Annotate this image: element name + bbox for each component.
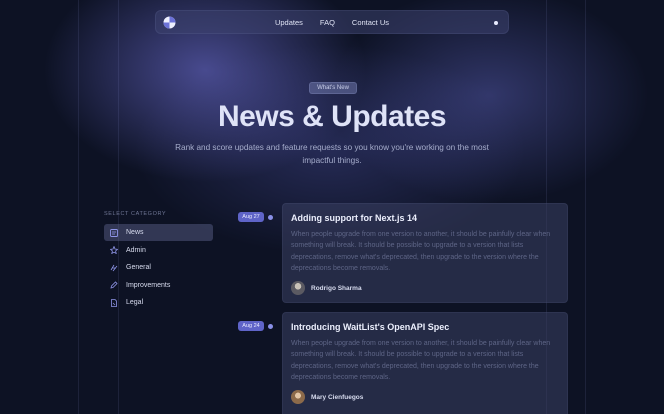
- category-item-admin[interactable]: Admin: [104, 242, 213, 259]
- logo-icon[interactable]: [163, 16, 176, 29]
- update-card[interactable]: Adding support for Next.js 14 When peopl…: [282, 203, 568, 303]
- timeline-dot: [268, 324, 273, 329]
- update-title: Adding support for Next.js 14: [291, 213, 418, 223]
- category-list: News Admin General Improvements Legal: [104, 224, 213, 312]
- author-name: Mary Cienfuegos: [311, 393, 364, 401]
- theme-toggle-icon[interactable]: [494, 21, 498, 25]
- category-label: Legal: [126, 299, 144, 306]
- update-card[interactable]: Introducing WaitList's OpenAPI Spec When…: [282, 312, 568, 414]
- whats-new-badge: What's New: [309, 82, 357, 94]
- update-body: When people upgrade from one version to …: [291, 231, 551, 272]
- category-item-news[interactable]: News: [104, 224, 213, 241]
- grid-line: [78, 0, 79, 414]
- category-heading: SELECT CATEGORY: [104, 211, 167, 217]
- nav-link-faq[interactable]: FAQ: [320, 18, 335, 27]
- category-item-legal[interactable]: Legal: [104, 294, 213, 311]
- category-label: General: [126, 264, 151, 271]
- update-author: Mary Cienfuegos: [291, 390, 559, 405]
- general-icon: [110, 264, 118, 272]
- page-title: News & Updates: [217, 100, 447, 133]
- grid-line: [585, 0, 586, 414]
- grid-line: [118, 0, 119, 414]
- improvements-icon: [110, 281, 118, 289]
- update-title: Introducing WaitList's OpenAPI Spec: [291, 322, 450, 332]
- timeline-dot: [268, 215, 273, 220]
- nav-links: Updates FAQ Contact Us: [275, 18, 389, 27]
- date-tag: Aug 24: [238, 321, 264, 331]
- category-label: News: [126, 229, 144, 236]
- legal-icon: [110, 298, 118, 307]
- news-icon: [110, 228, 118, 237]
- avatar: [291, 390, 305, 405]
- top-navbar: Updates FAQ Contact Us: [155, 10, 509, 34]
- avatar: [291, 281, 305, 296]
- date-tag: Aug 27: [238, 212, 264, 222]
- admin-icon: [110, 246, 118, 254]
- page-subtitle: Rank and score updates and feature reque…: [175, 143, 489, 165]
- nav-link-updates[interactable]: Updates: [275, 18, 303, 27]
- nav-link-contact[interactable]: Contact Us: [352, 18, 389, 27]
- update-body: When people upgrade from one version to …: [291, 340, 551, 381]
- author-name: Rodrigo Sharma: [311, 284, 362, 292]
- category-item-improvements[interactable]: Improvements: [104, 277, 213, 294]
- category-label: Improvements: [126, 281, 171, 289]
- category-item-general[interactable]: General: [104, 259, 213, 276]
- category-label: Admin: [126, 246, 146, 254]
- update-author: Rodrigo Sharma: [291, 281, 559, 296]
